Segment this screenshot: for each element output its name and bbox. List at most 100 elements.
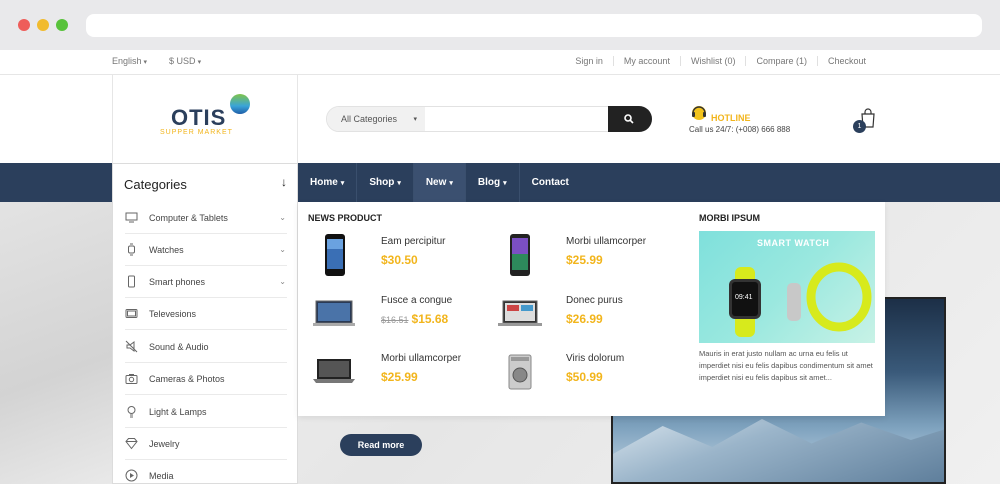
search-input[interactable] [427,109,607,129]
media-icon [125,469,138,482]
galaxy-phone-image [510,234,530,276]
tv-icon [125,309,138,318]
sidebar-item-cameras-photos[interactable]: Cameras & Photos [113,363,299,395]
chevron-down-icon: ▾ [449,180,453,187]
sidebar-item-label: Watches [149,245,184,255]
search-button[interactable] [608,106,652,132]
chevron-down-icon: ▾ [413,116,417,123]
chevron-down-icon: ▾ [397,180,401,187]
nav-item-new[interactable]: New ▾ [413,163,466,202]
diamond-icon [125,438,138,450]
sidebar-item-computer-tablets[interactable]: Computer & Tablets ⌄ [113,202,299,234]
my-account-link[interactable]: My account [612,56,680,66]
nav-item-label: New [425,177,447,188]
sidebar-item-label: Media [149,471,174,481]
address-bar[interactable] [86,14,982,37]
search-category-select[interactable]: All Categories ▾ [327,107,425,131]
nav-item-shop[interactable]: Shop ▾ [357,163,414,202]
product-price: $26.99 [566,312,603,326]
nav-item-label: Shop [369,177,395,188]
laptop-image [498,300,542,326]
maximize-window-button[interactable] [56,19,68,31]
smart-watch-image: 09:41 [729,262,872,337]
close-window-button[interactable] [18,19,30,31]
product-price-value: $26.99 [566,312,603,326]
sidebar-item-label: Light & Lamps [149,407,207,417]
chevron-down-icon: ⌄ [279,245,286,254]
read-more-button[interactable]: Read more [340,434,422,456]
cart-count-badge: 1 [853,120,866,133]
sidebar-item-label: Televesions [149,309,197,319]
language-selector[interactable]: English ▾ [112,56,147,66]
hotline-label: HOTLINE [711,113,751,123]
sound-icon [125,340,138,353]
product-name: Viris dolorum [566,353,625,364]
logo-name: OTIS [171,105,227,130]
product-price-value: $30.50 [381,253,418,267]
product-name: Morbi ullamcorper [566,236,647,247]
camera-icon [125,374,138,384]
arrow-down-icon: ↓ [281,175,287,189]
wishlist-link[interactable]: Wishlist (0) [679,56,746,66]
smart-watch-promo-image[interactable]: SMART WATCH 09:41 [699,231,875,343]
browser-chrome [0,0,1000,50]
sign-in-link[interactable]: Sign in [565,56,613,66]
nav-item-label: Home [310,177,338,188]
product-item[interactable]: Viris dolorum $50.99 [497,349,677,399]
nav-item-blog[interactable]: Blog ▾ [466,163,520,202]
product-name: Eam percipitur [381,236,446,247]
product-price: $50.99 [566,370,603,384]
product-item[interactable]: Donec purus $26.99 [497,291,677,341]
checkout-link[interactable]: Checkout [816,56,876,66]
product-old-price: $16.51 [381,315,409,325]
chevron-down-icon: ⌄ [279,277,286,286]
hotline-phone: Call us 24/7: (+008) 666 888 [689,125,791,134]
chevron-down-icon: ▾ [503,180,507,187]
sidebar-item-media[interactable]: Media [113,460,299,492]
currency-label: $ USD [169,56,196,66]
chevron-down-icon: ▾ [143,59,148,66]
sidebar-item-jewelry[interactable]: Jewelry [113,428,299,460]
globe-icon [230,94,250,114]
iphone-image [325,234,345,276]
product-price: $16.51 $15.68 [381,312,448,326]
laptop-image [313,300,355,326]
product-item[interactable]: Morbi ullamcorper $25.99 [497,232,677,282]
sidebar-item-sound-audio[interactable]: Sound & Audio [113,331,299,363]
product-name: Donec purus [566,295,623,306]
headset-icon [692,106,706,120]
sidebar-item-label: Sound & Audio [149,342,209,352]
compare-link[interactable]: Compare (1) [745,56,817,66]
product-item[interactable]: Morbi ullamcorper $25.99 [312,349,492,399]
laptop-image [313,359,355,383]
news-product-heading: NEWS PRODUCT [308,213,382,223]
product-price-value: $25.99 [566,253,603,267]
sidebar-item-label: Jewelry [149,439,180,449]
product-price: $25.99 [566,253,603,267]
nav-item-home[interactable]: Home ▾ [298,163,358,202]
site-header: OTIS SUPPER MARKET All Categories ▾ HOTL… [0,75,1000,163]
sidebar-item-light-lamps[interactable]: Light & Lamps [113,396,299,428]
logo[interactable]: OTIS SUPPER MARKET [112,75,298,163]
sidebar-item-smart-phones[interactable]: Smart phones ⌄ [113,266,299,298]
product-item[interactable]: Fusce a congue $16.51 $15.68 [312,291,492,341]
nav-item-label: Blog [477,177,501,188]
product-price: $30.50 [381,253,418,267]
product-item[interactable]: Eam percipitur $30.50 [312,232,492,282]
nav-item-contact[interactable]: Contact [520,163,586,202]
sidebar-item-label: Computer & Tablets [149,213,228,223]
currency-selector[interactable]: $ USD ▾ [169,56,201,66]
language-label: English [112,56,142,66]
categories-toggle[interactable]: Categories ↓ [112,163,298,202]
product-name: Fusce a congue [381,295,453,306]
sidebar-item-televisions[interactable]: Televesions [113,298,299,330]
chevron-down-icon: ▾ [340,180,345,187]
minimize-window-button[interactable] [37,19,49,31]
nav-item-label: Contact [531,177,569,188]
sidebar-item-watches[interactable]: Watches ⌄ [113,234,299,266]
lamp-icon [127,406,136,418]
search-category-label: All Categories [341,114,398,124]
divider [125,329,287,330]
top-bar: English ▾ $ USD ▾ Sign in My account Wishl… [0,50,1000,75]
hero-decoration [0,202,112,484]
